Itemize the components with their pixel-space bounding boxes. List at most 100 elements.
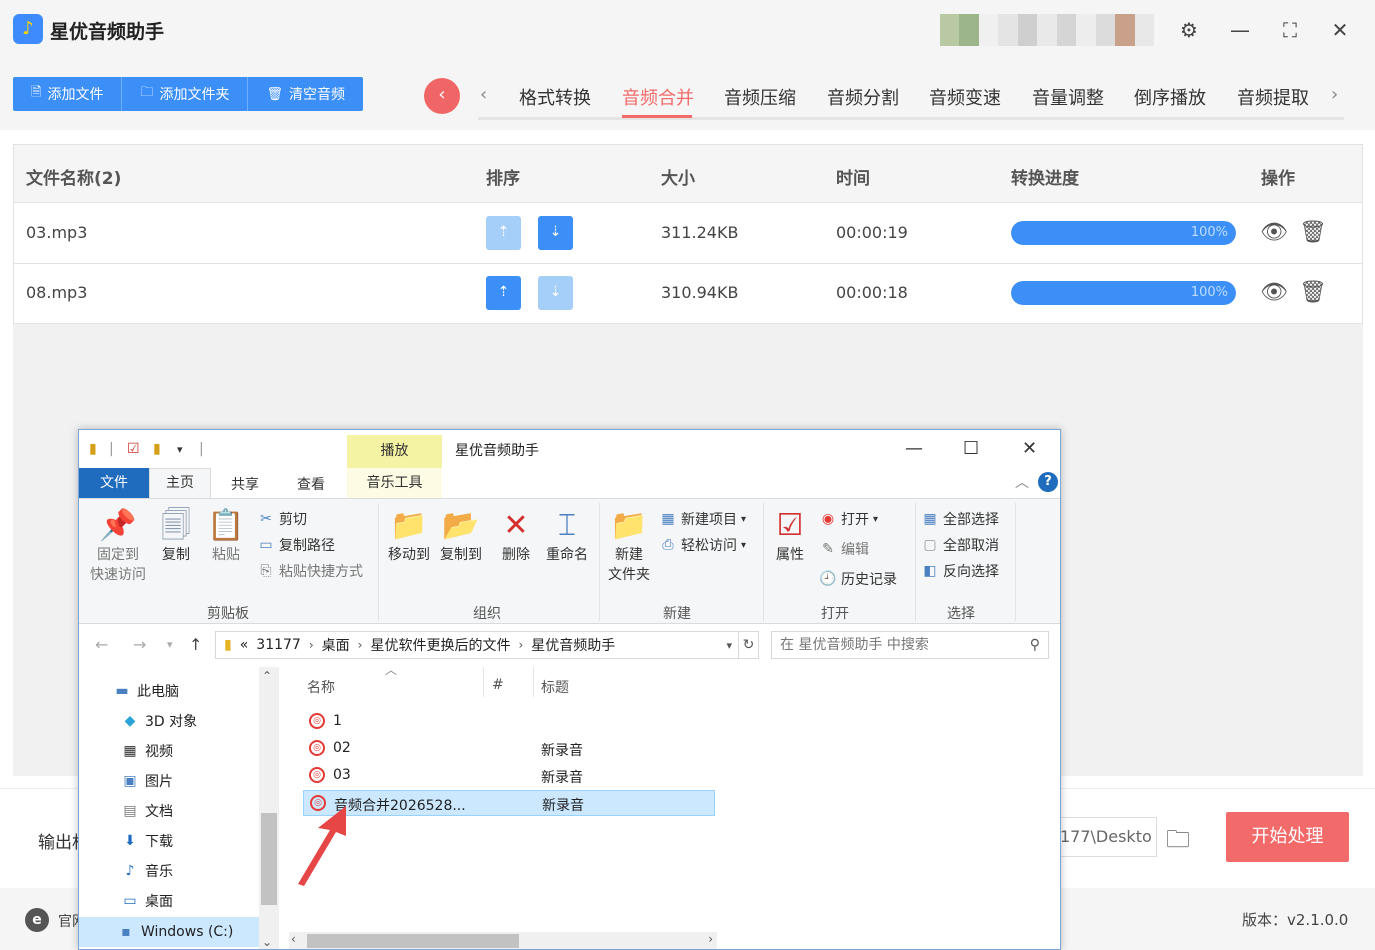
file-list-item[interactable]: ◎ 03 新录音 — [303, 763, 715, 789]
file-list-item[interactable]: ◎ 02 新录音 — [303, 736, 715, 762]
address-bar[interactable]: ▮ « 31177 › 桌面 › 星优软件更换后的文件 › 星优音频助手 ▾ — [215, 631, 739, 659]
column-number[interactable]: # — [492, 677, 504, 693]
address-overflow[interactable]: « — [240, 637, 249, 653]
website-logo-icon[interactable]: e — [25, 908, 49, 932]
scroll-left-icon[interactable]: ‹ — [291, 932, 296, 946]
breadcrumb-item[interactable]: 星优软件更换后的文件 — [370, 635, 510, 655]
move-down-button[interactable]: ⇣ — [538, 276, 573, 310]
preview-eye-icon[interactable]: 👁 — [1260, 220, 1288, 245]
tabs-prev-button[interactable]: ‹ — [424, 78, 460, 114]
copy-to-button[interactable]: 📂 复制到 — [435, 507, 487, 565]
properties-button[interactable]: ☑ 属性 — [769, 507, 811, 565]
new-folder-button[interactable]: 📁 新建 文件夹 — [603, 507, 655, 585]
move-up-button[interactable]: ⇡ — [486, 276, 521, 310]
move-to-button[interactable]: 📁 移动到 — [383, 507, 435, 565]
nav-item-documents[interactable]: ▤ 文档 — [121, 801, 173, 821]
settings-icon[interactable]: ⚙ — [1175, 16, 1203, 44]
history-button[interactable]: 🕘 历史记录 — [819, 569, 897, 589]
scroll-down-icon[interactable]: ⌄ — [262, 935, 272, 949]
nav-item-3d-objects[interactable]: ◆ 3D 对象 — [121, 711, 198, 731]
move-down-button[interactable]: ⇣ — [538, 216, 573, 250]
open-folder-icon[interactable]: 🗀 — [1166, 822, 1190, 863]
move-up-button[interactable]: ⇡ — [486, 216, 521, 250]
tab-reverse-play[interactable]: 倒序播放 — [1134, 84, 1206, 110]
refresh-icon[interactable]: ↻ — [739, 631, 759, 659]
breadcrumb-separator-icon[interactable]: › — [309, 638, 314, 652]
breadcrumb-item[interactable]: 星优音频助手 — [531, 635, 615, 655]
nav-item-music[interactable]: ♪ 音乐 — [121, 861, 173, 881]
customize-qa-icon[interactable]: ▾ — [177, 443, 183, 456]
rename-button[interactable]: ⌶ 重命名 — [541, 507, 593, 565]
help-icon[interactable]: ? — [1038, 472, 1058, 492]
tab-audio-extract[interactable]: 音频提取 — [1237, 84, 1309, 110]
chevron-right-icon[interactable]: › — [1331, 84, 1338, 105]
cut-button[interactable]: ✂ 剪切 — [257, 509, 307, 529]
add-folder-button[interactable]: 🗀 添加文件夹 — [122, 77, 249, 111]
forward-arrow-icon[interactable]: → — [133, 635, 146, 654]
close-icon[interactable]: ✕ — [1326, 16, 1354, 44]
preview-eye-icon[interactable]: 👁 — [1260, 280, 1288, 305]
edit-button[interactable]: ✎ 编辑 — [819, 539, 869, 559]
tab-audio-split[interactable]: 音频分割 — [827, 84, 899, 110]
scroll-right-icon[interactable]: › — [708, 932, 713, 946]
scroll-up-icon[interactable]: ⌃ — [262, 669, 272, 683]
start-process-button[interactable]: 开始处理 — [1226, 812, 1349, 862]
horizontal-scroll-thumb[interactable] — [307, 934, 519, 948]
nav-scrollbar[interactable]: ⌃ ⌄ — [259, 667, 279, 949]
search-input[interactable]: 在 星优音频助手 中搜索 ⚲ — [771, 631, 1049, 659]
pin-quick-access-button[interactable]: 📌 固定到 快速访问 — [87, 507, 149, 585]
paste-shortcut-button[interactable]: ⎘ 粘贴快捷方式 — [257, 561, 363, 581]
address-dropdown-icon[interactable]: ▾ — [726, 639, 732, 652]
minimize-icon[interactable]: — — [905, 438, 923, 459]
collapse-ribbon-icon[interactable]: ︿ — [1015, 472, 1029, 492]
easy-access-button[interactable]: ⎙ 轻松访问 ▾ — [659, 535, 746, 555]
delete-trash-icon[interactable]: 🗑 — [1299, 280, 1327, 305]
breadcrumb-item[interactable]: 桌面 — [322, 635, 350, 655]
ribbon-tab-home[interactable]: 主页 — [149, 468, 211, 498]
tab-format-convert[interactable]: 格式转换 — [519, 84, 591, 110]
delete-trash-icon[interactable]: 🗑 — [1299, 220, 1327, 245]
new-item-button[interactable]: ▦ 新建项目 ▾ — [659, 509, 746, 529]
minimize-icon[interactable]: — — [1226, 16, 1254, 44]
recent-dropdown-icon[interactable]: ▾ — [167, 638, 173, 651]
add-file-button[interactable]: 🗎 添加文件 — [13, 77, 123, 111]
nav-scroll-thumb[interactable] — [261, 813, 277, 905]
breadcrumb-separator-icon[interactable]: › — [358, 638, 363, 652]
ribbon-tab-music-tools[interactable]: 音乐工具 — [347, 468, 442, 498]
maximize-icon[interactable]: ⛶ — [1276, 16, 1304, 44]
select-none-button[interactable]: ▢ 全部取消 — [921, 535, 999, 555]
copy-button[interactable]: 🗐 复制 — [155, 507, 197, 565]
nav-item-this-pc[interactable]: ▬ 此电脑 — [113, 681, 179, 701]
nav-item-desktop[interactable]: ▭ 桌面 — [121, 891, 173, 911]
back-arrow-icon[interactable]: ← — [95, 635, 108, 654]
chevron-left-icon[interactable]: ‹ — [480, 84, 487, 105]
breadcrumb-separator-icon[interactable]: › — [518, 638, 523, 652]
user-avatar[interactable] — [940, 14, 1154, 46]
tab-audio-compress[interactable]: 音频压缩 — [724, 84, 796, 110]
tab-audio-speed[interactable]: 音频变速 — [929, 84, 1001, 110]
open-button[interactable]: ◉ 打开 ▾ — [819, 509, 878, 529]
ribbon-tab-file[interactable]: 文件 — [79, 468, 149, 498]
nav-item-windows-c[interactable]: ▪ Windows (C:) — [79, 917, 259, 947]
clear-audio-button[interactable]: 🗑 清空音频 — [248, 77, 363, 111]
ribbon-tab-view[interactable]: 查看 — [297, 474, 325, 494]
file-list-item-selected[interactable]: ◎ 音频合并2026528... 新录音 — [303, 790, 715, 816]
file-list-item[interactable]: ◎ 1 — [303, 709, 715, 735]
tab-audio-merge[interactable]: 音频合并 — [622, 84, 694, 110]
nav-item-downloads[interactable]: ⬇ 下载 — [121, 831, 173, 851]
nav-item-videos[interactable]: ▦ 视频 — [121, 741, 173, 761]
properties-check-icon[interactable]: ☑ — [127, 441, 140, 457]
tab-volume-adjust[interactable]: 音量调整 — [1032, 84, 1104, 110]
delete-button[interactable]: ✕ 删除 — [495, 507, 537, 565]
paste-button[interactable]: 📋 粘贴 — [205, 507, 247, 565]
up-arrow-icon[interactable]: ↑ — [189, 635, 202, 654]
close-icon[interactable]: ✕ — [1022, 438, 1037, 459]
nav-item-pictures[interactable]: ▣ 图片 — [121, 771, 173, 791]
column-name[interactable]: 名称 — [307, 677, 335, 697]
invert-selection-button[interactable]: ◧ 反向选择 — [921, 561, 999, 581]
context-tab-play[interactable]: 播放 — [347, 435, 442, 468]
breadcrumb-item[interactable]: 31177 — [256, 637, 301, 653]
maximize-icon[interactable]: ☐ — [963, 438, 979, 459]
new-folder-quick-icon[interactable]: ▮ — [153, 441, 161, 457]
select-all-button[interactable]: ▦ 全部选择 — [921, 509, 999, 529]
